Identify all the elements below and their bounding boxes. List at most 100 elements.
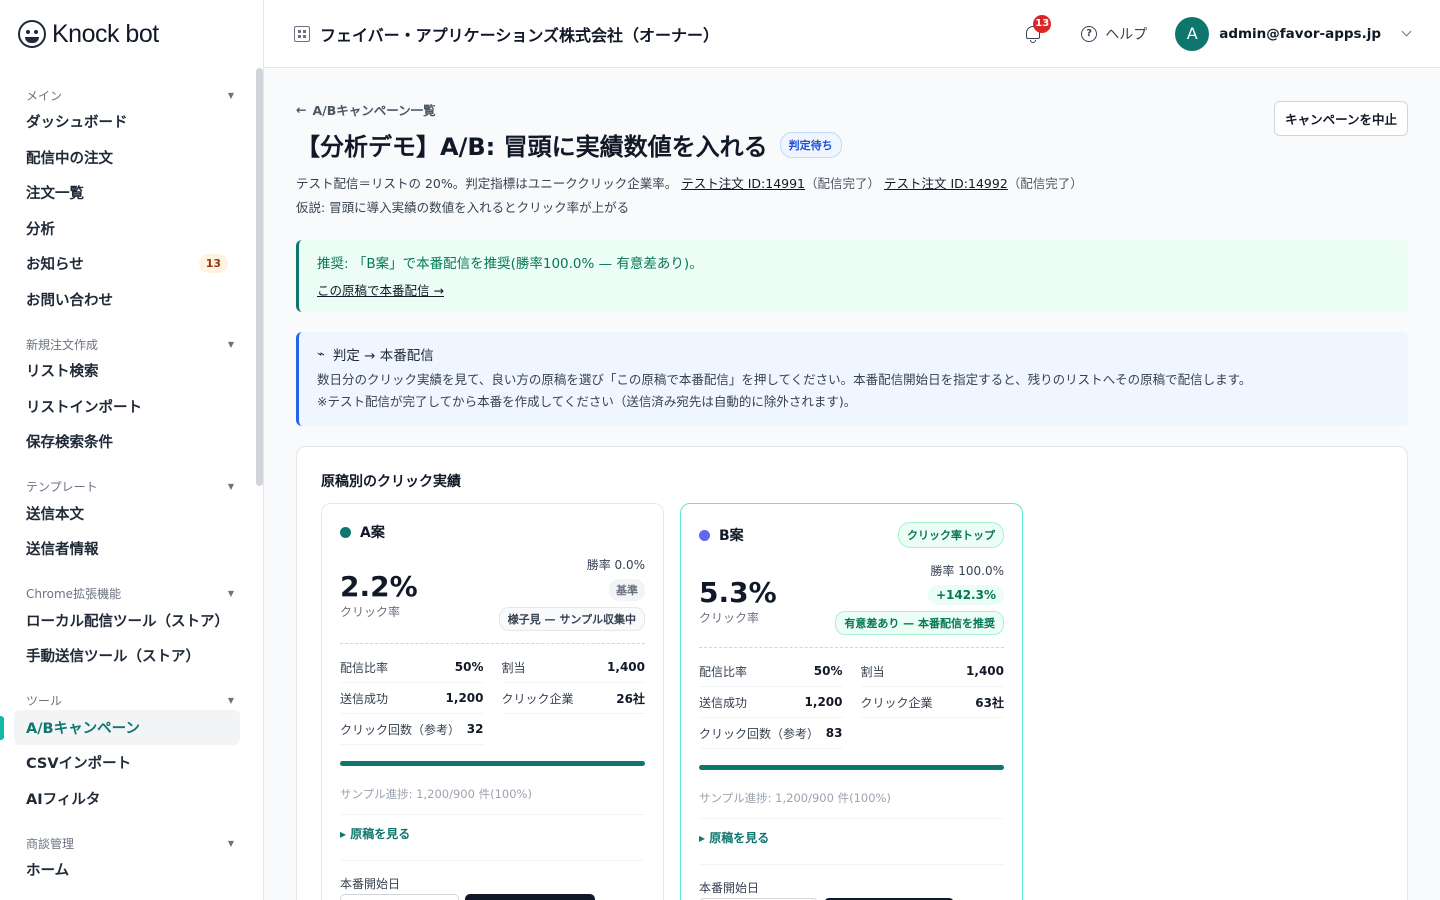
sidebar-item[interactable]: 注文一覧 (14, 175, 240, 211)
order-a-link[interactable]: テスト注文 ID:14991 (681, 176, 805, 191)
robot-logo-icon (18, 20, 46, 48)
stat-value: 50% (813, 664, 843, 678)
stat-row: クリック回数（参考） 32 (340, 714, 484, 745)
sidebar-item-label: リスト検索 (26, 364, 99, 381)
sidebar-item-label: ダッシュボード (26, 115, 128, 132)
sidebar-item[interactable]: ダッシュボード (14, 104, 240, 140)
back-label: A/Bキャンペーン一覧 (312, 103, 436, 118)
sample-progress-bar (340, 761, 645, 766)
nav-group-header[interactable]: Chrome拡張機能 ▼ (14, 585, 240, 603)
caret-down-icon: ▼ (227, 696, 234, 705)
sidebar-item[interactable]: リストインポート (14, 389, 240, 425)
lift-badge: 基準 (609, 579, 645, 601)
stat-value: 1,200 (804, 695, 843, 709)
nav-group: Chrome拡張機能 ▼ ローカル配信ツール（ストア） 手動送信ツール（ストア） (14, 585, 240, 674)
variant-card: B案 クリック率トップ 5.3% クリック率 勝率 100.0% +142.3% 有意差あり… (680, 503, 1023, 900)
sidebar-item[interactable]: リスト検索 (14, 353, 240, 389)
start-date-label: 本番開始日 (699, 881, 760, 895)
campaign-description: テスト配信＝リストの 20%。判定指標はユニーククリック企業率。 テスト注文 I… (296, 172, 1408, 220)
sidebar-item[interactable]: 分析 (14, 211, 240, 247)
sidebar-item-label: 分析 (26, 221, 55, 238)
stats-grid: 配信比率 50% 割当 1,400 送信成功 1,200 クリック企業 63社 クリック回数（参… (699, 656, 1004, 749)
logo[interactable]: Knock bot (0, 0, 263, 68)
sidebar-item[interactable]: お知らせ 13 (14, 246, 240, 282)
desc-text: テスト配信＝リストの 20%。判定指標はユニーククリック企業率。 (296, 176, 678, 191)
win-rate: 勝率 100.0% (930, 564, 1004, 578)
nav-group-title: Chrome拡張機能 (26, 587, 122, 601)
nav-group-header[interactable]: 商談管理 ▼ (14, 834, 240, 852)
notification-count-badge: 13 (1033, 14, 1052, 33)
help-button[interactable]: ? ヘルプ (1081, 24, 1147, 44)
variant-color-dot (340, 526, 351, 538)
stat-label: クリック回数（参考） (340, 722, 461, 737)
click-rate-label: クリック率 (340, 605, 401, 619)
nav-group-title: 商談管理 (26, 836, 75, 851)
stat-value: 83 (825, 726, 843, 740)
nav-group-header[interactable]: 新規注文作成 ▼ (14, 335, 240, 353)
notifications-button[interactable]: 13 (1023, 14, 1052, 44)
stat-label: 割当 (501, 660, 526, 675)
sample-progress-fill (699, 765, 1004, 770)
stat-value: 32 (466, 722, 484, 736)
hypothesis: 仮説: 冒頭に導入実績の数値を入れるとクリック率が上がる (296, 200, 630, 215)
variant-color-dot (699, 529, 710, 541)
sidebar-item[interactable]: 送信本文 (14, 496, 240, 532)
stat-label: クリック企業 (860, 695, 933, 710)
stat-value: 50% (454, 660, 484, 674)
stat-label: 割当 (860, 664, 885, 679)
order-b-status: （配信完了） (1007, 176, 1083, 191)
org-switcher[interactable]: フェイバー・アプリケーションズ株式会社（オーナー） (294, 22, 719, 46)
stat-label: クリック回数（参考） (699, 726, 820, 741)
info-banner: ⌁ 判定 → 本番配信 数日分のクリック実績を見て、良い方の原稿を選び「この原稿… (296, 332, 1408, 426)
stats-grid: 配信比率 50% 割当 1,400 送信成功 1,200 クリック企業 26社 クリック回数（参… (340, 652, 645, 745)
sidebar-item-label: お問い合わせ (26, 292, 113, 309)
sidebar-item-label: 配信中の注文 (26, 150, 113, 167)
avatar: A (1175, 16, 1210, 51)
sidebar-item[interactable]: 配信中の注文 (14, 140, 240, 176)
nav-group-header[interactable]: テンプレート ▼ (14, 478, 240, 496)
sidebar-item[interactable]: ホーム (14, 852, 240, 888)
org-name: フェイバー・アプリケーションズ株式会社（オーナー） (320, 25, 720, 45)
user-menu[interactable]: A admin@favor-apps.jp (1175, 16, 1412, 51)
arrow-left-icon: ← (296, 102, 307, 117)
significance-badge: 様子見 — サンプル収集中 (498, 607, 645, 631)
sidebar-item[interactable]: お問い合わせ (14, 282, 240, 318)
stop-campaign-button[interactable]: キャンペーンを中止 (1274, 101, 1408, 136)
variant-card: A案 2.2% クリック率 勝率 0.0% 基準 様子見 — サンプル収集中 配信比率 50%… (321, 503, 664, 900)
stat-label: クリック企業 (501, 691, 574, 706)
nav-group-title: ツール (26, 694, 63, 708)
nav-group-title: メイン (26, 88, 63, 103)
sidebar-item[interactable]: CSVインポート (14, 745, 240, 781)
nav-group: テンプレート ▼ 送信本文 送信者情報 (14, 478, 240, 567)
launch-production-button[interactable]: この原稿で本番配信 (465, 894, 596, 900)
variant-name: B案 (719, 528, 744, 544)
sidebar-item[interactable]: A/Bキャンペーン (0, 709, 240, 745)
sidebar: Knock bot メイン ▼ ダッシュボード 配信中の注文 注文一覧 分析 お知らせ 13 お… (0, 0, 264, 900)
stat-label: 送信成功 (340, 691, 389, 706)
view-draft-toggle[interactable]: ▸ 原稿を見る (699, 829, 1004, 846)
stat-row: 割当 1,400 (860, 656, 1004, 687)
sidebar-item[interactable]: ローカル配信ツール（ストア） (14, 603, 240, 639)
stat-row: クリック回数（参考） 83 (699, 718, 843, 749)
stat-row: クリック企業 26社 (501, 683, 645, 714)
page-title: 【分析デモ】A/B: 冒頭に実績数値を入れる (296, 133, 768, 161)
nav-group-header[interactable]: メイン ▼ (14, 86, 240, 104)
question-circle-icon: ? (1081, 25, 1098, 42)
sidebar-item[interactable]: 保存検索条件 (14, 424, 240, 460)
sidebar-scrollbar[interactable] (256, 68, 263, 486)
recommendation-link[interactable]: この原稿で本番配信 → (317, 280, 444, 299)
results-panel: 原稿別のクリック実績 A案 2.2% クリック率 勝率 0.0% 基準 様子見 — サンプ… (296, 446, 1408, 900)
stat-row: 配信比率 50% (699, 656, 843, 687)
sidebar-item[interactable]: 送信者情報 (14, 531, 240, 567)
click-rate-value: 2.2% (340, 570, 418, 603)
sidebar-item-label: A/Bキャンペーン (26, 720, 140, 737)
back-link[interactable]: ← A/Bキャンペーン一覧 (296, 100, 1408, 119)
nav-group-header[interactable]: ツール ▼ (14, 692, 240, 710)
stat-value: 1,200 (445, 691, 484, 705)
view-draft-toggle[interactable]: ▸ 原稿を見る (340, 825, 645, 842)
sidebar-item[interactable]: AIフィルタ (14, 781, 240, 817)
order-b-link[interactable]: テスト注文 ID:14992 (884, 176, 1008, 191)
panel-title: 原稿別のクリック実績 (321, 474, 461, 490)
start-date-input[interactable]: 2026/08/28 (340, 894, 459, 900)
sidebar-item[interactable]: 手動送信ツール（ストア） (14, 638, 240, 674)
